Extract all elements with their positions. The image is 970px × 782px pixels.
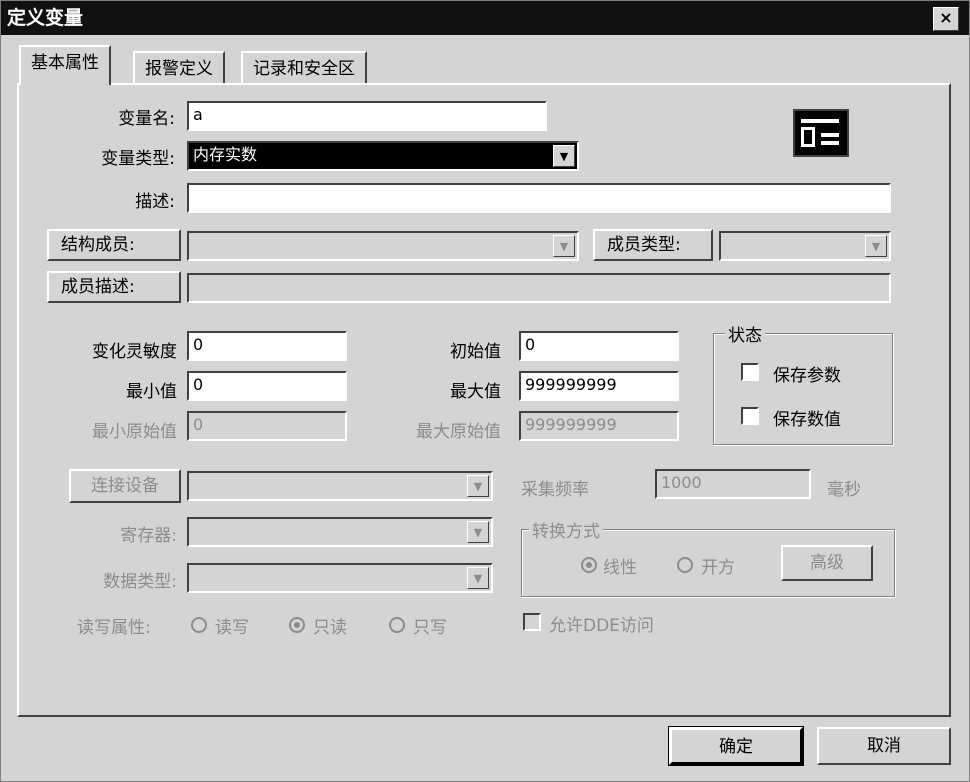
min-raw-input: 0 — [187, 411, 347, 441]
read-only-radio — [289, 617, 305, 633]
data-type-label: 数据类型: — [103, 572, 177, 592]
save-value-checkbox[interactable] — [741, 407, 759, 425]
write-only-label: 只写 — [413, 618, 447, 638]
conversion-legend: 转换方式 — [529, 517, 603, 542]
chevron-down-icon[interactable]: ▼ — [553, 145, 575, 167]
define-variable-dialog: 定义变量 × 基本属性 报警定义 记录和安全区 变量名: a 变量类型: 内存实… — [0, 0, 970, 782]
min-value-label: 最小值 — [126, 382, 177, 402]
struct-member-label: 结构成员: — [47, 229, 181, 261]
read-write-radio — [191, 617, 207, 633]
tab-alarm-definition[interactable]: 报警定义 — [133, 51, 225, 85]
linear-radio — [581, 557, 597, 573]
member-type-label: 成员类型: — [593, 229, 713, 261]
description-label: 描述: — [135, 192, 175, 212]
min-raw-label: 最小原始值 — [92, 422, 177, 442]
var-type-select[interactable]: 内存实数 ▼ — [187, 141, 579, 171]
tab-record-security[interactable]: 记录和安全区 — [241, 51, 367, 85]
max-value-input[interactable]: 999999999 — [519, 371, 679, 401]
description-input[interactable] — [187, 183, 891, 213]
read-only-label: 只读 — [313, 618, 347, 638]
allow-dde-checkbox — [523, 613, 541, 631]
var-type-value: 内存实数 — [193, 145, 258, 164]
read-write-label: 读写 — [215, 618, 249, 638]
max-raw-input: 999999999 — [519, 411, 679, 441]
chevron-down-icon: ▼ — [467, 475, 489, 497]
tab-basic-properties[interactable]: 基本属性 — [19, 45, 111, 85]
close-button[interactable]: × — [933, 7, 959, 31]
initial-value-input[interactable]: 0 — [519, 331, 679, 361]
min-value-input[interactable]: 0 — [187, 371, 347, 401]
ok-button[interactable]: 确定 — [668, 726, 804, 766]
cancel-button[interactable]: 取消 — [817, 727, 951, 765]
struct-member-select: ▼ — [187, 231, 579, 261]
var-type-label: 变量类型: — [101, 149, 175, 169]
sample-rate-input: 1000 — [655, 469, 811, 499]
tab-label: 基本属性 — [31, 53, 99, 73]
member-desc-input — [187, 273, 891, 303]
sample-unit-label: 毫秒 — [827, 480, 861, 500]
state-legend: 状态 — [725, 321, 765, 346]
member-type-select: ▼ — [719, 231, 891, 261]
max-raw-label: 最大原始值 — [416, 422, 501, 442]
chevron-down-icon: ▼ — [865, 235, 887, 257]
variable-icon — [793, 109, 849, 157]
sensitivity-input[interactable]: 0 — [187, 331, 347, 361]
title-bar[interactable]: 定义变量 × — [1, 1, 969, 35]
sensitivity-label: 变化灵敏度 — [92, 342, 177, 362]
chevron-down-icon: ▼ — [467, 567, 489, 589]
chevron-down-icon: ▼ — [553, 235, 575, 257]
save-params-label: 保存参数 — [773, 366, 841, 386]
var-name-label: 变量名: — [118, 109, 175, 129]
advanced-button: 高级 — [781, 545, 873, 581]
save-value-label: 保存数值 — [773, 410, 841, 430]
register-label: 寄存器: — [120, 526, 177, 546]
sqrt-label: 开方 — [701, 558, 735, 578]
var-name-input[interactable]: a — [187, 101, 547, 131]
write-only-radio — [389, 617, 405, 633]
sample-rate-label: 采集频率 — [521, 480, 589, 500]
initial-value-label: 初始值 — [450, 342, 501, 362]
member-desc-label: 成员描述: — [47, 271, 181, 303]
dialog-title: 定义变量 — [7, 7, 84, 29]
max-value-label: 最大值 — [450, 382, 501, 402]
device-select: ▼ — [187, 471, 493, 501]
sqrt-radio — [677, 557, 693, 573]
register-select: ▼ — [187, 517, 493, 547]
data-type-select: ▼ — [187, 563, 493, 593]
rw-attribute-label: 读写属性: — [77, 618, 151, 638]
save-params-checkbox[interactable] — [741, 363, 759, 381]
tab-label: 记录和安全区 — [253, 59, 355, 79]
connect-device-button: 连接设备 — [69, 469, 181, 503]
tab-label: 报警定义 — [145, 59, 213, 79]
allow-dde-label: 允许DDE访问 — [549, 616, 654, 636]
chevron-down-icon: ▼ — [467, 521, 489, 543]
linear-label: 线性 — [603, 558, 637, 578]
